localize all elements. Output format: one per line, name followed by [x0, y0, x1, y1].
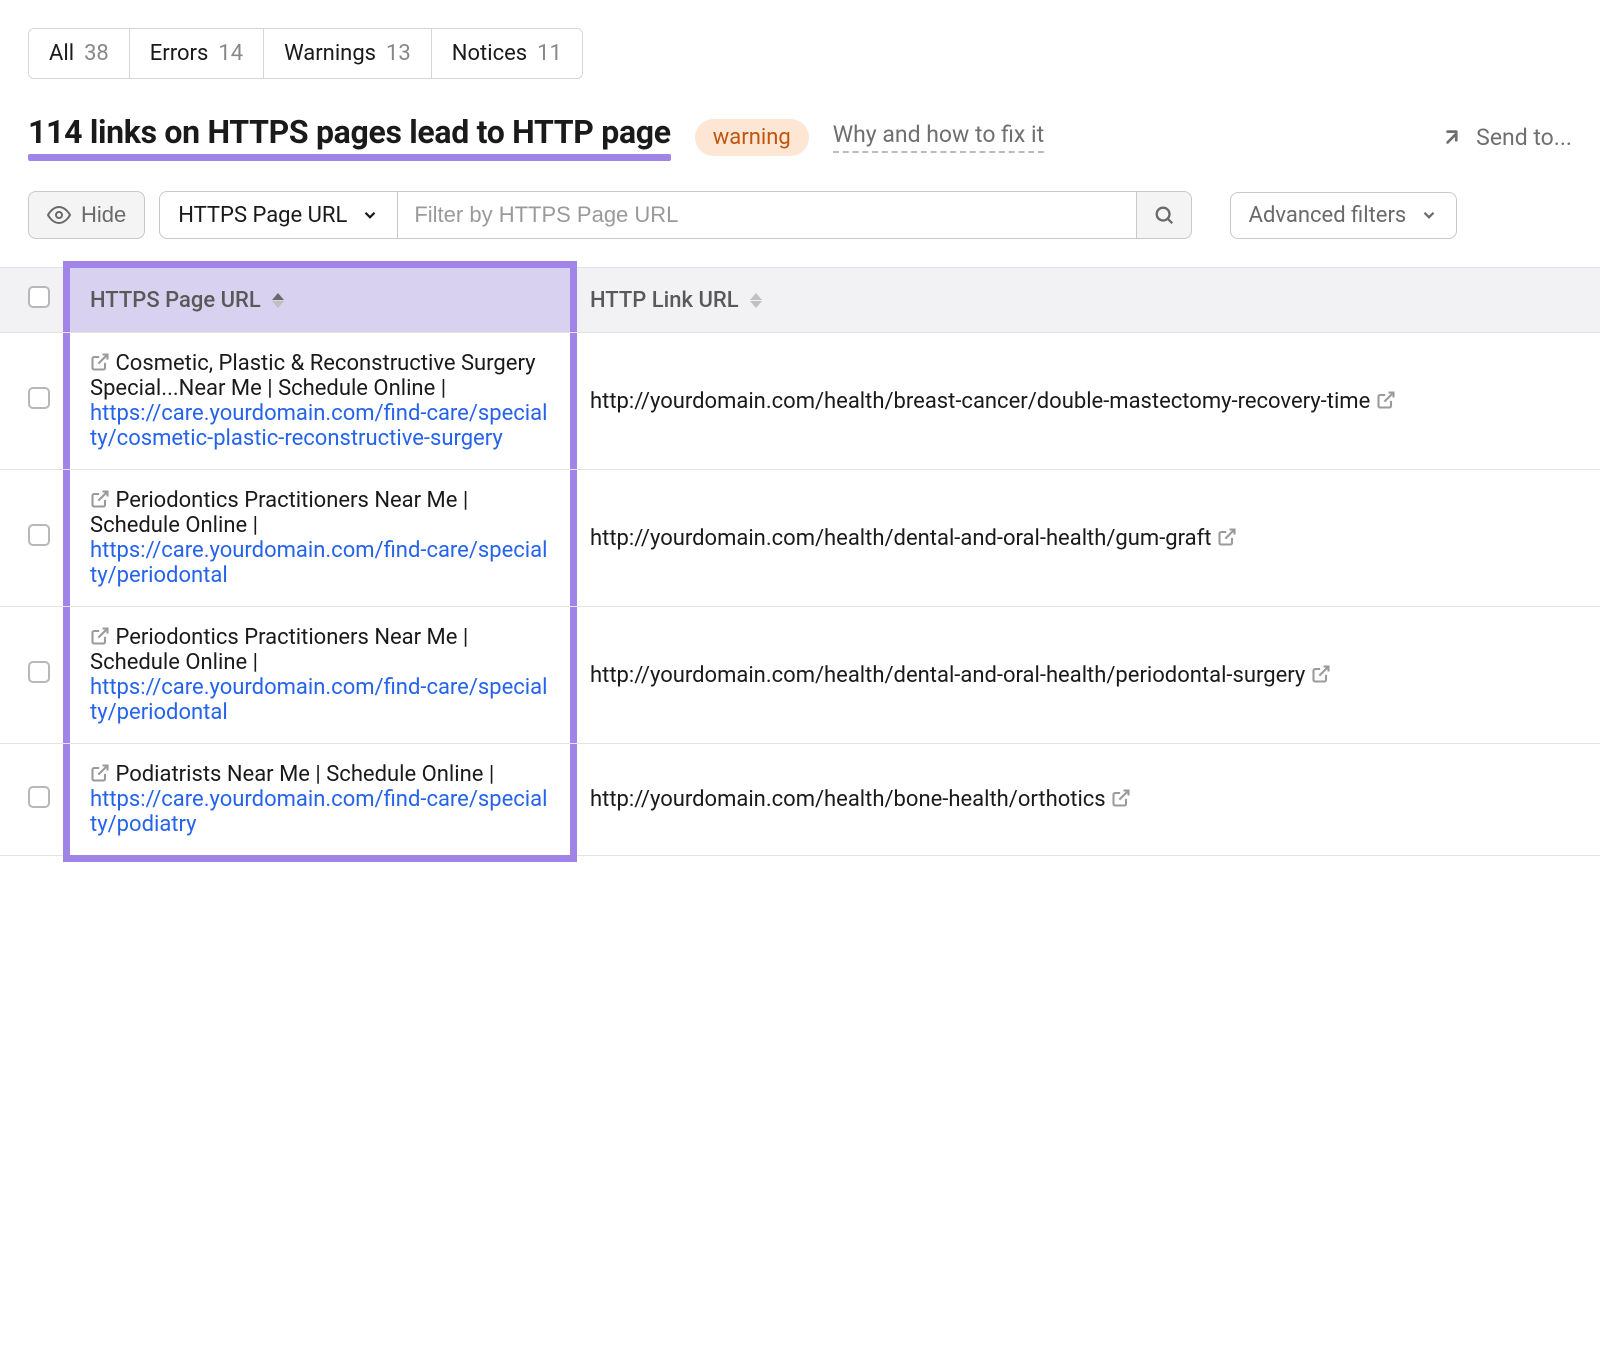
external-link-icon[interactable] — [1217, 527, 1237, 547]
external-link-icon — [90, 626, 110, 646]
col-http-url[interactable]: HTTP Link URL — [570, 268, 1600, 333]
select-all-header — [0, 268, 70, 333]
title-underline — [28, 154, 671, 161]
tab-label: Warnings — [284, 41, 376, 66]
advanced-filters-label: Advanced filters — [1249, 203, 1407, 228]
page-title-text: Cosmetic, Plastic & Reconstructive Surge… — [90, 351, 536, 401]
page-title-text: Periodontics Practitioners Near Me | Sch… — [90, 488, 468, 538]
tab-count: 38 — [84, 41, 109, 66]
table-row: Podiatrists Near Me | Schedule Online | … — [0, 744, 1600, 856]
col-https-url-label: HTTPS Page URL — [90, 288, 261, 313]
row-checkbox[interactable] — [28, 524, 50, 546]
http-link-url: http://yourdomain.com/health/dental-and-… — [590, 663, 1311, 688]
issue-title-block: 114 links on HTTPS pages lead to HTTP pa… — [28, 113, 671, 161]
http-link-url: http://yourdomain.com/health/breast-canc… — [590, 389, 1376, 414]
page-title-text: Podiatrists Near Me | Schedule Online | — [115, 762, 494, 787]
tab-count: 14 — [218, 41, 243, 66]
tab-errors[interactable]: Errors 14 — [130, 29, 264, 78]
tab-label: Notices — [452, 41, 527, 66]
table-row: Periodontics Practitioners Near Me | Sch… — [0, 607, 1600, 744]
external-link-icon — [90, 352, 110, 372]
sort-icon — [750, 293, 762, 308]
https-page-link[interactable]: https://care.yourdomain.com/find-care/sp… — [90, 787, 547, 837]
http-link-url: http://yourdomain.com/health/bone-health… — [590, 787, 1111, 812]
how-to-fix-link[interactable]: Why and how to fix it — [833, 121, 1044, 153]
row-checkbox[interactable] — [28, 786, 50, 808]
https-page-link[interactable]: https://care.yourdomain.com/find-care/sp… — [90, 538, 547, 588]
search-button[interactable] — [1136, 191, 1192, 239]
external-link-icon — [90, 489, 110, 509]
search-icon — [1153, 204, 1175, 226]
controls-row: Hide HTTPS Page URL Advanced filters — [28, 191, 1572, 239]
external-link-icon[interactable] — [1111, 788, 1131, 808]
table-row: Periodontics Practitioners Near Me | Sch… — [0, 470, 1600, 607]
col-https-url[interactable]: HTTPS Page URL — [70, 268, 570, 333]
filter-group: HTTPS Page URL — [159, 191, 1191, 239]
select-all-checkbox[interactable] — [28, 286, 50, 308]
tab-count: 11 — [537, 41, 562, 66]
issue-heading-row: 114 links on HTTPS pages lead to HTTP pa… — [28, 113, 1572, 161]
external-link-icon[interactable] — [1311, 664, 1331, 684]
row-checkbox[interactable] — [28, 387, 50, 409]
advanced-filters-button[interactable]: Advanced filters — [1230, 192, 1458, 239]
hide-label: Hide — [81, 202, 126, 228]
send-arrow-icon — [1440, 124, 1466, 150]
sort-icon — [272, 293, 284, 308]
chevron-down-icon — [361, 206, 379, 224]
severity-tabs: All 38 Errors 14 Warnings 13 Notices 11 — [28, 28, 583, 79]
filter-input[interactable] — [397, 191, 1135, 239]
tab-label: Errors — [150, 41, 209, 66]
column-select-value: HTTPS Page URL — [178, 203, 347, 228]
https-page-link[interactable]: https://care.yourdomain.com/find-care/sp… — [90, 675, 547, 725]
tab-warnings[interactable]: Warnings 13 — [264, 29, 432, 78]
tab-label: All — [49, 41, 74, 66]
chevron-down-icon — [1420, 206, 1438, 224]
hide-button[interactable]: Hide — [28, 191, 145, 239]
column-select-dropdown[interactable]: HTTPS Page URL — [159, 191, 397, 239]
tab-all[interactable]: All 38 — [29, 29, 130, 78]
table-body: Cosmetic, Plastic & Reconstructive Surge… — [0, 333, 1600, 856]
warning-badge: warning — [695, 119, 809, 156]
http-link-url: http://yourdomain.com/health/dental-and-… — [590, 526, 1217, 551]
https-page-link[interactable]: https://care.yourdomain.com/find-care/sp… — [90, 401, 547, 451]
row-checkbox[interactable] — [28, 661, 50, 683]
send-to-button[interactable]: Send to... — [1440, 124, 1572, 151]
send-to-label: Send to... — [1476, 124, 1572, 151]
external-link-icon — [90, 763, 110, 783]
external-link-icon[interactable] — [1376, 390, 1396, 410]
eye-icon — [47, 203, 71, 227]
tab-count: 13 — [386, 41, 411, 66]
tab-notices[interactable]: Notices 11 — [432, 29, 582, 78]
issues-table: HTTPS Page URL HTTP Link URL Cosmetic, P… — [0, 267, 1600, 856]
table-row: Cosmetic, Plastic & Reconstructive Surge… — [0, 333, 1600, 470]
page-title-text: Periodontics Practitioners Near Me | Sch… — [90, 625, 468, 675]
col-http-url-label: HTTP Link URL — [590, 288, 739, 313]
